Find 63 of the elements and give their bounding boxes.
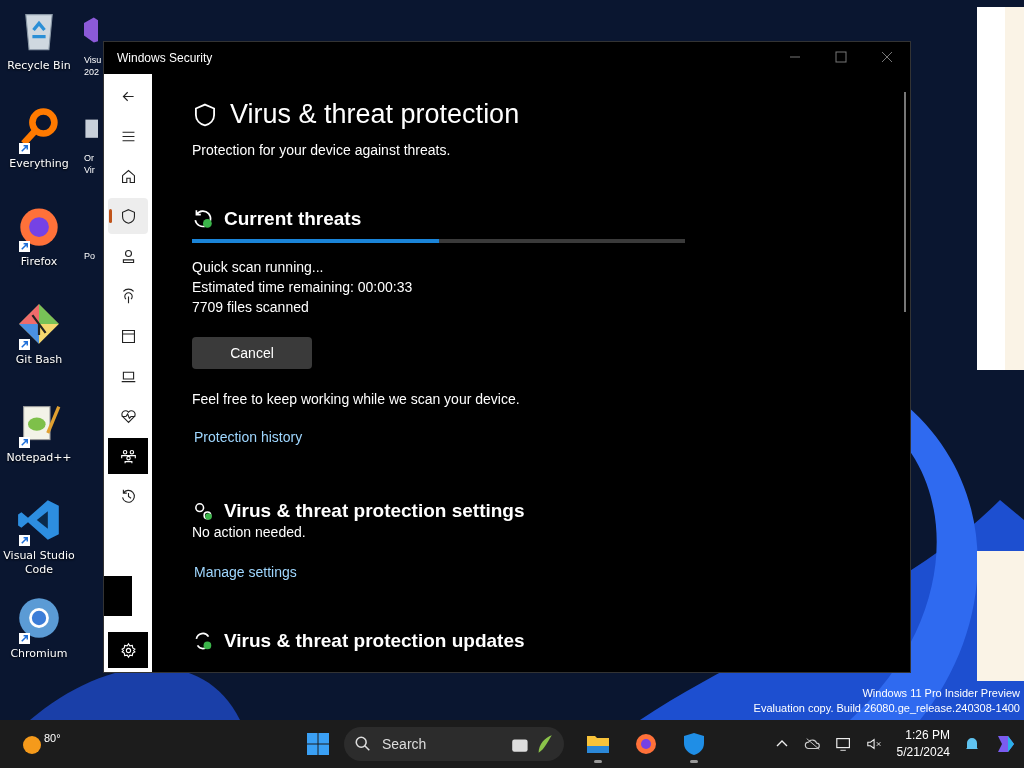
history-icon (119, 487, 137, 505)
section-title: Current threats (224, 208, 362, 230)
desktop-icon-label[interactable]: Or Vir (84, 152, 103, 176)
desktop-icon-label[interactable]: Visual Studio Code (0, 549, 78, 577)
page-subtitle: Protection for your device against threats. (192, 142, 451, 158)
watermark-text: Evaluation copy. Build 26080.ge_release.240308-1400 (753, 701, 1020, 716)
settings-nav-item[interactable] (108, 632, 148, 668)
temperature-text: 80° (44, 732, 61, 744)
home-icon (119, 167, 137, 185)
people-icon (119, 447, 137, 465)
manage-settings-link[interactable]: Manage settings (194, 564, 297, 580)
shield-icon (192, 101, 218, 128)
date-text: 5/21/2024 (896, 744, 950, 761)
window-icon (119, 327, 137, 345)
scan-status-text: 7709 files scanned (192, 298, 309, 317)
desktop-icon-label[interactable]: Everything (9, 157, 69, 171)
page-title: Virus & threat protection (230, 99, 520, 130)
window-title: Windows Security (116, 51, 213, 65)
shield-icon (119, 207, 137, 225)
desktop-icon-label[interactable]: Recycle Bin (7, 59, 71, 73)
running-indicator (594, 760, 602, 763)
shortcut-arrow-icon (19, 339, 30, 350)
scan-refresh-icon (192, 208, 214, 230)
search-icon (354, 735, 372, 753)
scan-status-text: Estimated time remaining: 00:00:33 (192, 278, 413, 297)
code-editor-icon[interactable] (17, 498, 61, 542)
search-field[interactable]: Search (380, 735, 502, 753)
search-box[interactable]: Search (344, 727, 564, 761)
shortcut-arrow-icon (19, 633, 30, 644)
section-title: Virus & threat protection settings (224, 500, 525, 522)
clock[interactable]: 1:26 PM 5/21/2024 (896, 727, 950, 761)
cloud-icon[interactable] (803, 736, 822, 752)
shortcut-arrow-icon (19, 437, 30, 448)
desktop-icon-label[interactable]: Git Bash (15, 353, 63, 367)
scrollbar-thumb[interactable] (904, 92, 906, 312)
protection-history-link[interactable]: Protection history (194, 429, 303, 445)
gears-icon (192, 500, 214, 522)
nav-item[interactable] (108, 438, 148, 474)
cup-and-leaf-icon (510, 733, 554, 755)
settings-icon (119, 641, 137, 659)
diamond-icon[interactable] (17, 302, 61, 346)
heart-pulse-icon (119, 407, 137, 425)
shield-icon (682, 732, 706, 756)
monitor-icon[interactable] (834, 736, 853, 752)
desktop-icon-label[interactable]: Chromium (10, 647, 68, 661)
scan-status-text: Quick scan running... (192, 258, 324, 277)
desktop-icon-label[interactable]: Notepad++ (6, 451, 72, 465)
shortcut-arrow-icon (19, 241, 30, 252)
section-title: Virus & threat protection updates (224, 630, 525, 652)
speaker-muted-icon[interactable] (865, 736, 884, 752)
status-text: No action needed. (192, 523, 306, 542)
start-icon[interactable] (306, 732, 330, 756)
running-indicator (690, 760, 698, 763)
info-text: Feel free to keep working while we scan your device. (192, 391, 520, 407)
cancel-button[interactable]: Cancel (192, 337, 312, 369)
nav-item[interactable] (108, 198, 148, 234)
desktop-icon-label[interactable]: Firefox (20, 255, 58, 269)
shortcut-arrow-icon (19, 535, 30, 546)
shortcut-arrow-icon (19, 143, 30, 154)
watermark-text: Windows 11 Pro Insider Preview (862, 686, 1020, 701)
time-text: 1:26 PM (905, 727, 950, 744)
desktop-icon-label[interactable]: Po (84, 250, 103, 262)
desktop-icon-label[interactable]: Visu 202 (84, 54, 103, 78)
